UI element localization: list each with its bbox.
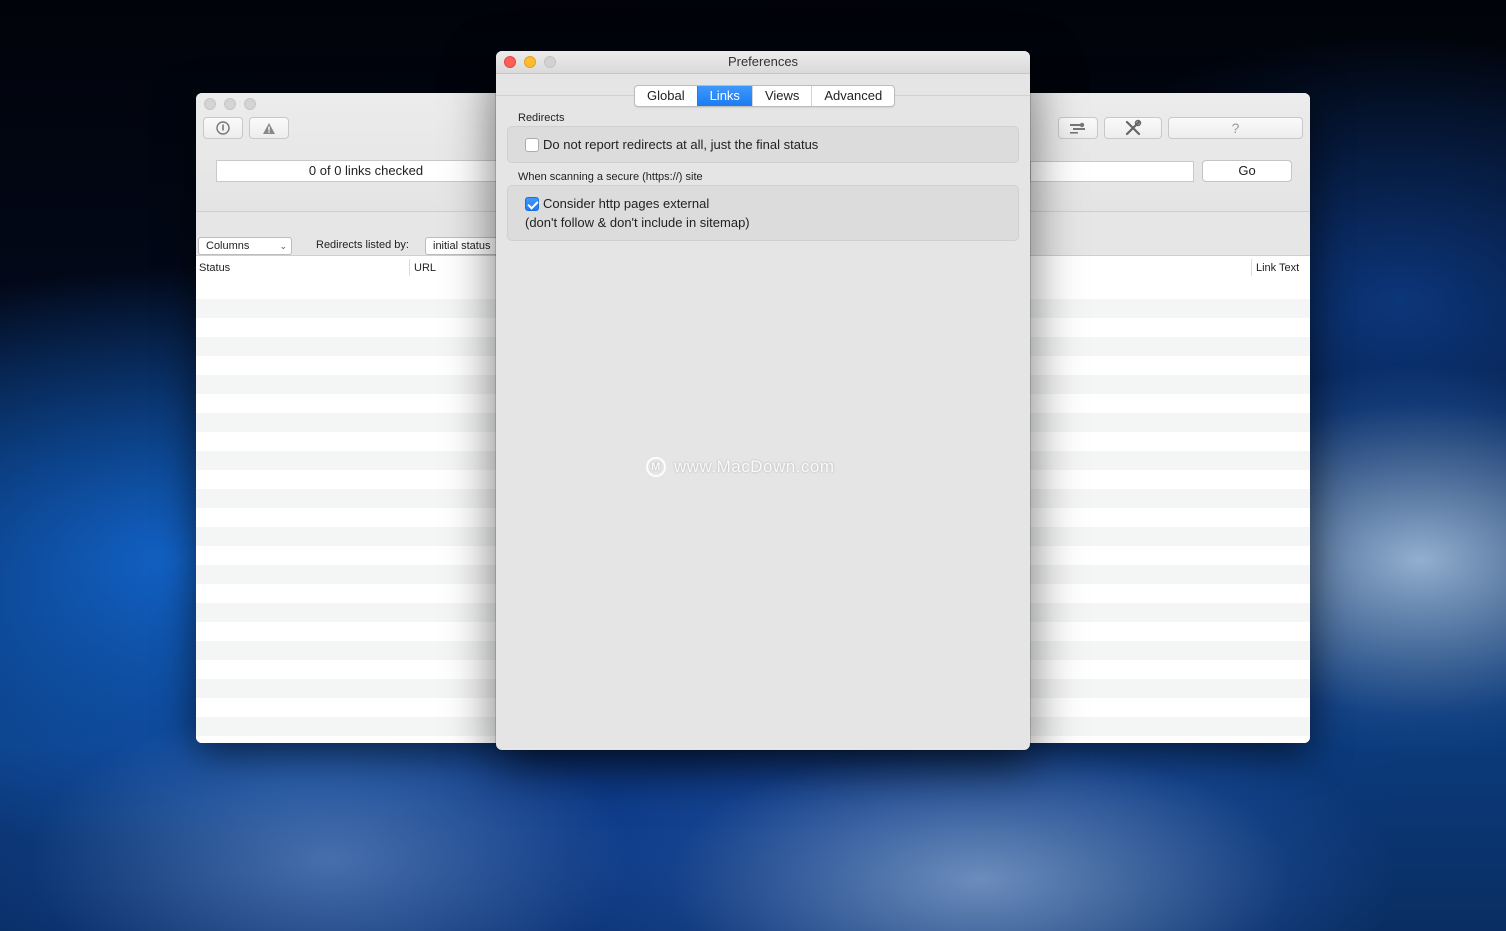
minimize-button-inactive[interactable] xyxy=(224,98,236,110)
secure-section-label: When scanning a secure (https://) site xyxy=(518,171,703,183)
go-button[interactable]: Go xyxy=(1202,160,1292,182)
warning-icon xyxy=(263,122,275,134)
help-icon: ? xyxy=(1231,120,1240,136)
http-external-note: (don't follow & don't include in sitemap… xyxy=(525,215,750,230)
zoom-button-inactive[interactable] xyxy=(244,98,256,110)
tab-advanced[interactable]: Advanced xyxy=(811,86,894,106)
tab-links[interactable]: Links xyxy=(696,86,752,106)
close-button-inactive[interactable] xyxy=(204,98,216,110)
warning-button[interactable] xyxy=(249,117,289,139)
close-button[interactable] xyxy=(504,56,516,68)
preferences-tabs: Global Links Views Advanced xyxy=(634,85,896,107)
url-input[interactable] xyxy=(1030,161,1194,182)
redirects-listed-label: Redirects listed by: xyxy=(316,239,409,251)
macdown-logo-icon: M xyxy=(646,457,666,477)
minimize-button[interactable] xyxy=(524,56,536,68)
column-header-url[interactable]: URL xyxy=(414,262,436,274)
columns-popup-label: Columns xyxy=(206,240,250,252)
info-button[interactable] xyxy=(203,117,243,139)
window-title: Preferences xyxy=(727,54,799,69)
no-redirects-checkbox[interactable] xyxy=(525,138,539,152)
http-external-checkbox[interactable] xyxy=(525,197,539,211)
links-checked-status: 0 of 0 links checked xyxy=(216,160,516,182)
watermark: M www.MacDown.com xyxy=(646,455,835,479)
watermark-text: www.MacDown.com xyxy=(674,457,835,476)
redirects-section-label: Redirects xyxy=(518,112,565,124)
columns-popup[interactable]: Columns ⌄ xyxy=(198,237,292,255)
column-divider[interactable] xyxy=(409,259,410,276)
tab-global[interactable]: Global xyxy=(635,86,697,106)
redirects-group: Do not report redirects at all, just the… xyxy=(507,126,1019,163)
help-button[interactable]: ? xyxy=(1168,117,1303,139)
column-header-status[interactable]: Status xyxy=(199,262,230,274)
preferences-window: Preferences Global Links Views Advanced … xyxy=(496,51,1030,750)
settings-icon xyxy=(1070,122,1085,134)
zoom-button[interactable] xyxy=(544,56,556,68)
http-external-label[interactable]: Consider http pages external xyxy=(543,196,709,211)
secure-group: Consider http pages external (don't foll… xyxy=(507,185,1019,241)
tools-button[interactable] xyxy=(1104,117,1162,139)
settings-button[interactable] xyxy=(1058,117,1098,139)
tab-views[interactable]: Views xyxy=(751,86,811,106)
info-icon xyxy=(216,121,230,135)
no-redirects-label[interactable]: Do not report redirects at all, just the… xyxy=(543,137,818,152)
redirects-popup-label: initial status xyxy=(433,240,491,252)
column-divider[interactable] xyxy=(1251,259,1252,276)
column-header-link-text[interactable]: Link Text xyxy=(1256,262,1299,274)
preferences-titlebar[interactable]: Preferences xyxy=(496,51,1030,74)
tools-icon xyxy=(1125,119,1142,136)
chevron-down-icon: ⌄ xyxy=(279,241,287,251)
